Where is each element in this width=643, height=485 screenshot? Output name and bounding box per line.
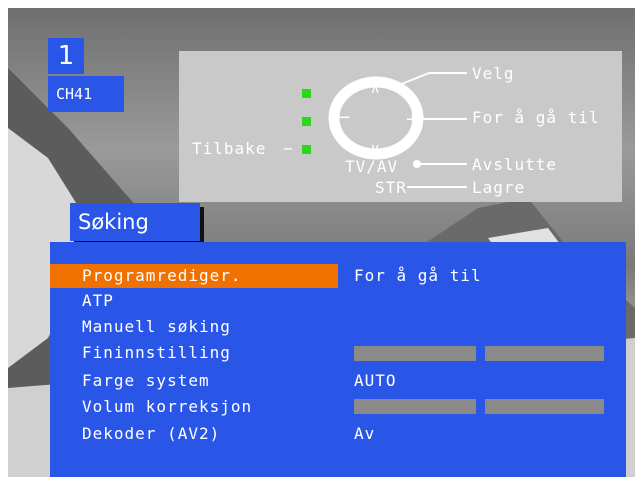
tv-av-label: TV/AV — [345, 157, 399, 176]
svg-text:∧: ∧ — [370, 81, 381, 97]
volum-bar-right — [485, 399, 604, 414]
menu-item-manuell-soking[interactable]: Manuell søking — [78, 315, 336, 339]
fininnstilling-bar-left — [354, 346, 476, 361]
menu-item-farge-system[interactable]: Farge system — [78, 369, 336, 393]
menu-item-volum-korreksjon[interactable]: Volum korreksjon — [78, 395, 336, 419]
green-indicator-1 — [302, 89, 311, 98]
dekoder-value: Av — [354, 424, 376, 443]
svg-text:∨: ∨ — [370, 141, 381, 157]
menu-item-dekoder[interactable]: Dekoder (AV2) — [78, 422, 336, 446]
back-dash: − — [283, 139, 294, 158]
green-indicator-2 — [302, 117, 311, 126]
fininnstilling-bar-right — [485, 346, 604, 361]
menu-item-programrediger[interactable]: Programrediger. — [50, 264, 338, 288]
menu-title: Søking — [70, 203, 200, 241]
tv-screen: 1 CH41 ∧ ∨ − + Tilbake − Velg For å gå t… — [8, 8, 635, 477]
go-to-label: For å gå til — [472, 108, 600, 127]
store-label: Lagre — [472, 178, 526, 197]
farge-system-value: AUTO — [354, 371, 397, 390]
channel-number: 1 — [48, 38, 84, 74]
menu-item-fininnstilling[interactable]: Fininnstilling — [78, 341, 336, 365]
green-indicator-3 — [302, 145, 311, 154]
search-menu: Programrediger. For å gå til ATP Manuell… — [50, 242, 626, 477]
str-label: STR — [375, 178, 407, 197]
remote-help-panel: ∧ ∨ − + Tilbake − Velg For å gå til TV/A… — [179, 51, 622, 202]
channel-label: CH41 — [48, 76, 124, 112]
back-label: Tilbake — [192, 139, 267, 158]
select-label: Velg — [472, 64, 515, 83]
exit-label: Avslutte — [472, 155, 558, 174]
svg-text:+: + — [405, 109, 421, 130]
menu-item-programrediger-value: For å gå til — [354, 266, 482, 285]
volum-bar-left — [354, 399, 476, 414]
menu-item-atp[interactable]: ATP — [78, 289, 336, 313]
svg-text:−: − — [336, 107, 352, 128]
